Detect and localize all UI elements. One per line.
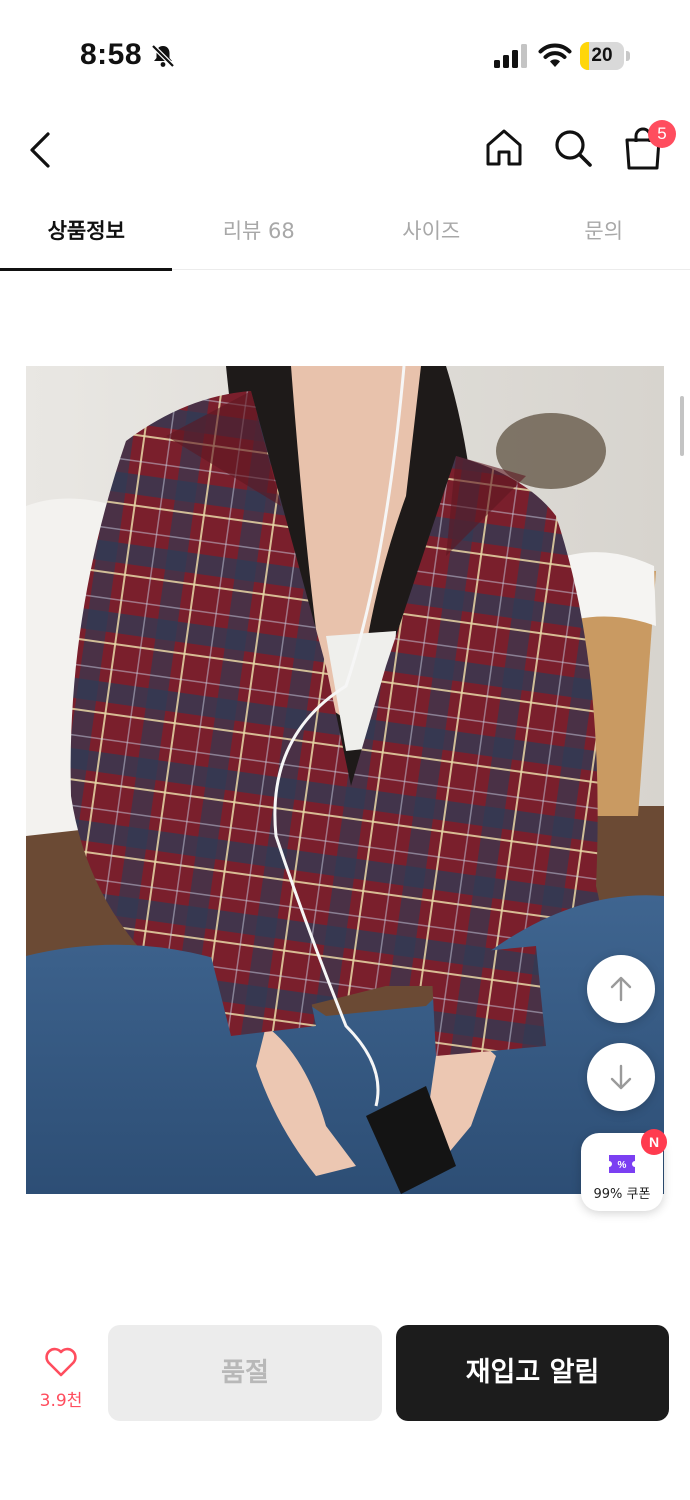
coupon-new-badge: N xyxy=(641,1129,667,1155)
scroll-top-button[interactable] xyxy=(587,955,655,1023)
cellular-signal-icon xyxy=(494,44,527,68)
top-nav xyxy=(0,110,690,190)
tab-product-info[interactable]: 상품정보 xyxy=(0,196,173,271)
like-button[interactable]: 3.9천 xyxy=(26,1342,96,1422)
heart-icon xyxy=(45,1347,77,1377)
tab-inquiry[interactable]: 문의 xyxy=(518,196,690,270)
coupon-label: 99% 쿠폰 xyxy=(593,1187,651,1202)
scrollbar[interactable] xyxy=(680,396,684,456)
product-photo xyxy=(26,366,664,1194)
like-count: 3.9천 xyxy=(39,1391,83,1411)
scroll-bottom-button[interactable] xyxy=(587,1043,655,1111)
tab-size[interactable]: 사이즈 xyxy=(345,196,518,270)
status-time: 8:58 xyxy=(80,38,143,71)
product-tabs: 상품정보 리뷰 68 사이즈 문의 xyxy=(0,196,690,271)
battery-icon: 20 xyxy=(580,42,630,70)
coupon-ticket-icon: % xyxy=(609,1155,635,1173)
status-bar: 8:58 20 xyxy=(0,0,690,100)
soldout-button: 품절 xyxy=(108,1325,382,1421)
tab-reviews[interactable]: 리뷰 68 xyxy=(173,196,346,270)
arrow-up-icon xyxy=(610,976,632,1002)
back-chevron-icon[interactable] xyxy=(22,128,62,172)
restock-alert-button[interactable]: 재입고 알림 xyxy=(396,1325,669,1421)
battery-level: 20 xyxy=(591,45,613,66)
home-icon[interactable] xyxy=(482,126,526,170)
bottom-action-bar: 3.9천 품절 재입고 알림 xyxy=(0,1300,690,1500)
wifi-icon xyxy=(538,43,572,67)
search-icon[interactable] xyxy=(552,126,594,170)
cart-count-badge: 5 xyxy=(648,120,676,148)
arrow-down-icon xyxy=(610,1064,632,1090)
svg-text:%: % xyxy=(618,1160,627,1171)
bell-off-icon xyxy=(151,44,175,68)
